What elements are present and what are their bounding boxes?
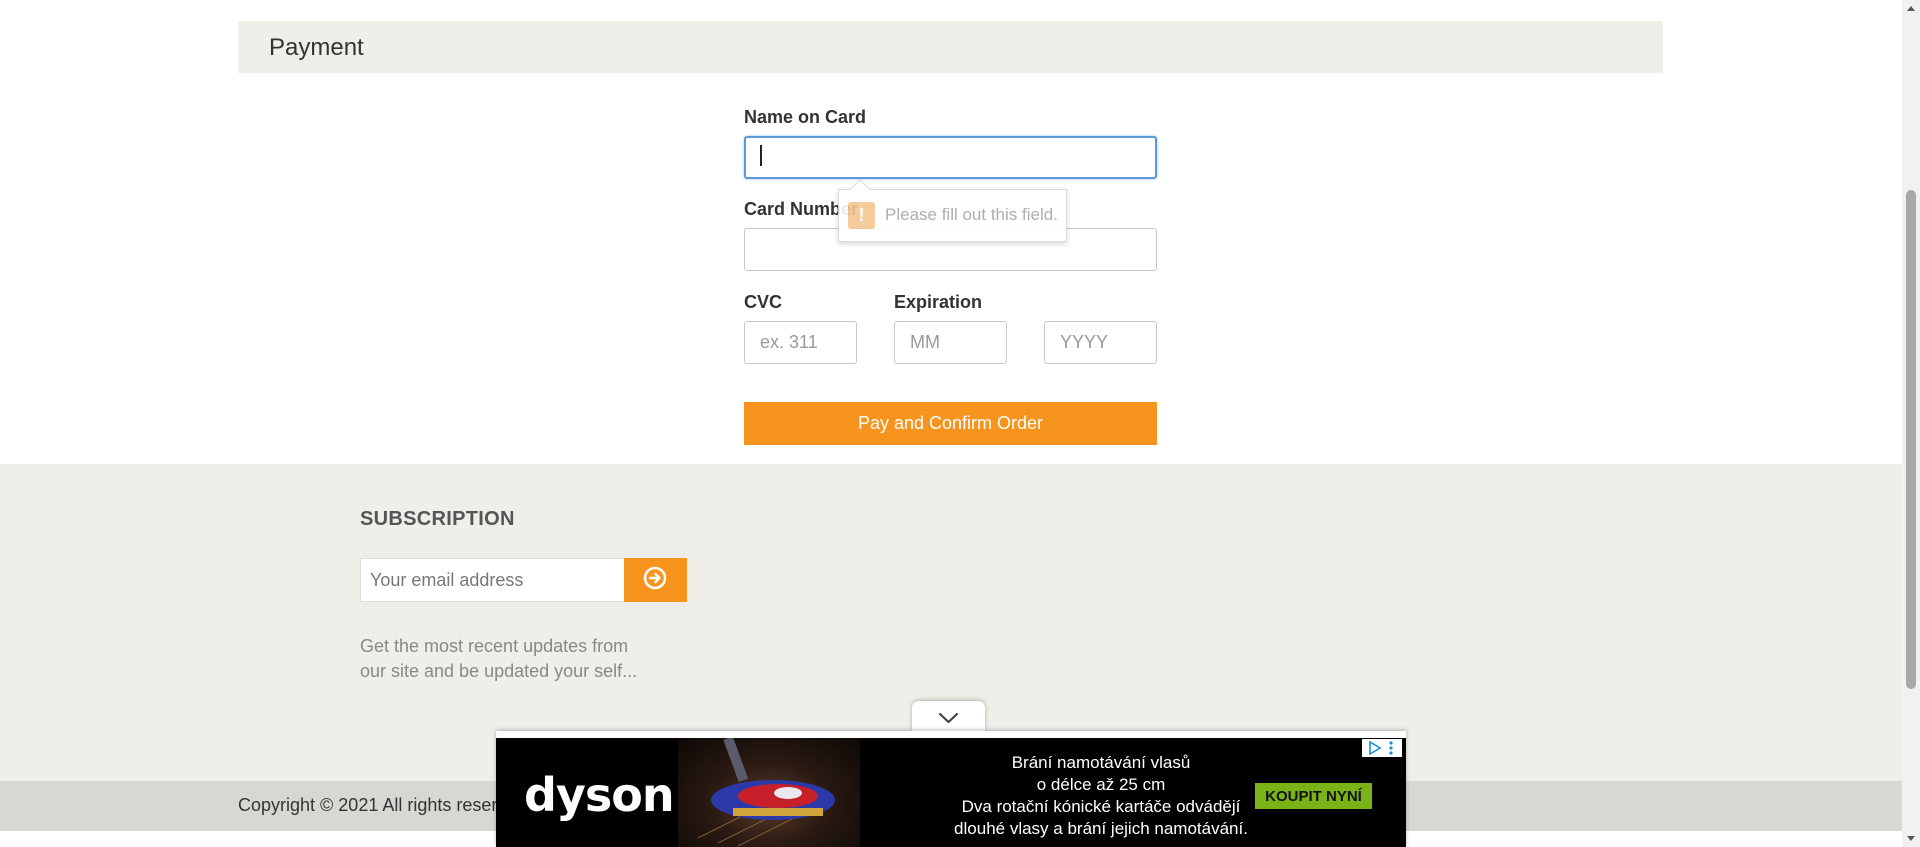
payment-header: Payment <box>238 21 1663 73</box>
ad-choices[interactable] <box>1362 739 1402 757</box>
adchoices-icon <box>1369 740 1393 756</box>
payment-title: Payment <box>269 34 364 61</box>
ad-line-4: dlouhé vlasy a brání jejich namotávání. <box>954 819 1248 838</box>
ad-brand-logo: dyson <box>524 768 675 822</box>
ad-product-image <box>678 738 860 847</box>
copyright-text: Copyright © 2021 All rights reserv <box>238 795 507 815</box>
page-scrollbar[interactable] <box>1902 0 1920 847</box>
name-on-card-input[interactable] <box>744 136 1157 179</box>
subscription-desc-line-2: our site and be updated your self... <box>360 661 638 681</box>
ad-cta-button[interactable]: KOUPIT NYNÍ <box>1255 783 1372 809</box>
scroll-thumb[interactable] <box>1906 190 1916 689</box>
expiration-month-input[interactable] <box>894 321 1007 364</box>
subscribe-button[interactable] <box>624 558 687 602</box>
arrow-circle-right-icon <box>643 566 667 590</box>
validation-message: Please fill out this field. <box>885 205 1058 224</box>
text-caret <box>760 145 762 166</box>
validation-tooltip: ! Please fill out this field. <box>838 179 1067 242</box>
scroll-up-icon[interactable] <box>1905 3 1917 13</box>
subscription-desc-line-1: Get the most recent updates from <box>360 636 629 656</box>
vacuum-illustration <box>697 738 835 847</box>
tooltip-arrow <box>850 179 870 199</box>
expiration-year-input[interactable] <box>1044 321 1157 364</box>
ad-banner[interactable]: dyson Brání namotávání vlasů o délce až … <box>496 731 1406 847</box>
email-input[interactable] <box>360 558 625 602</box>
name-on-card-label: Name on Card <box>744 107 867 127</box>
ad-content[interactable]: dyson Brání namotávání vlasů o délce až … <box>496 738 1406 847</box>
ad-line-1: Brání namotávání vlasů <box>1011 753 1191 772</box>
subscription-title: SUBSCRIPTION <box>360 508 515 530</box>
subscription-description: Get the most recent updates from our sit… <box>360 634 650 684</box>
pay-confirm-button[interactable]: Pay and Confirm Order <box>744 402 1157 445</box>
scroll-down-icon[interactable] <box>1905 834 1917 844</box>
cvc-input[interactable] <box>744 321 857 364</box>
chevron-down-icon <box>938 712 959 724</box>
ad-collapse-button[interactable] <box>912 701 985 733</box>
warning-icon: ! <box>848 202 875 229</box>
cvc-label: CVC <box>744 292 783 312</box>
expiration-label: Expiration <box>894 292 983 312</box>
